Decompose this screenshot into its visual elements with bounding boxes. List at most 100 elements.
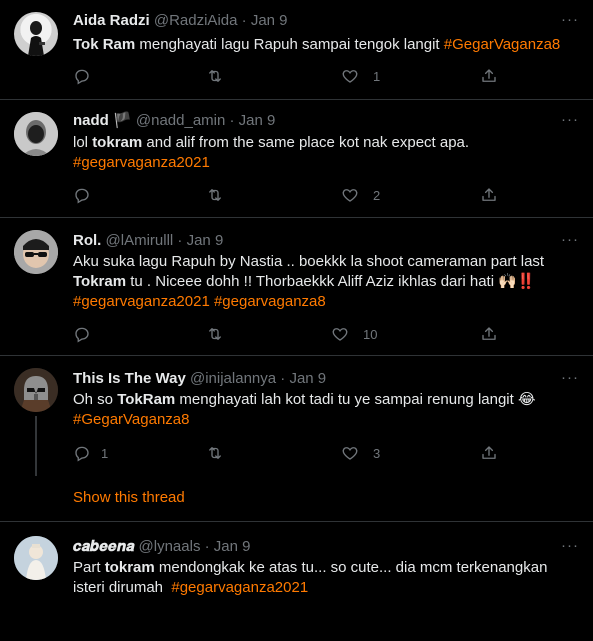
like-button[interactable]: 3 bbox=[341, 443, 380, 463]
retweet-button[interactable] bbox=[206, 66, 224, 86]
tweet[interactable]: Rol. @lAmirulll · Jan 9 ··· Aku suka lag… bbox=[0, 218, 593, 356]
avatar[interactable] bbox=[14, 368, 58, 412]
text-segment: isteri dirumah bbox=[73, 579, 172, 596]
tweet-date[interactable]: Jan 9 bbox=[289, 370, 326, 387]
tweet-text: Aku suka lagu Rapuh by Nastia .. boekkk … bbox=[73, 252, 573, 312]
flag-icon: 🏴 bbox=[113, 112, 132, 129]
tweet-date[interactable]: Jan 9 bbox=[214, 538, 251, 555]
tweet-line: #GegarVaganza8 bbox=[73, 410, 573, 430]
user-handle[interactable]: @inijalannya bbox=[190, 370, 276, 387]
tweet-line: #gegarvaganza2021 #gegarvaganza8 bbox=[73, 292, 573, 312]
tweet-line: Aku suka lagu Rapuh by Nastia .. boekkk … bbox=[73, 252, 573, 272]
tweet-date[interactable]: Jan 9 bbox=[239, 112, 276, 129]
display-name[interactable]: 𝒄𝒂𝒃𝒆𝒆𝒏𝒂 bbox=[73, 538, 134, 555]
hashtag-link[interactable]: #GegarVaganza8 bbox=[444, 36, 560, 53]
display-name[interactable]: Rol. bbox=[73, 232, 101, 249]
tweet-actions: 1 bbox=[73, 66, 513, 86]
like-button[interactable]: 10 bbox=[331, 324, 377, 344]
reply-button[interactable] bbox=[73, 324, 91, 344]
retweet-button[interactable] bbox=[206, 185, 224, 205]
separator: · bbox=[177, 232, 183, 249]
keyword-highlight: tokram bbox=[92, 134, 143, 151]
share-icon bbox=[480, 444, 498, 462]
like-button[interactable]: 1 bbox=[341, 66, 380, 86]
share-button[interactable] bbox=[480, 443, 498, 463]
share-icon bbox=[480, 186, 498, 204]
more-icon[interactable]: ··· bbox=[561, 110, 579, 130]
retweet-button[interactable] bbox=[206, 324, 224, 344]
like-count: 1 bbox=[373, 68, 381, 84]
hashtag-link[interactable]: #gegarvaganza8 bbox=[214, 293, 326, 310]
tweet-line: lol tokram and alif from the same place … bbox=[73, 133, 573, 153]
separator: · bbox=[229, 112, 235, 129]
text-segment: lol bbox=[73, 134, 93, 151]
retweet-icon bbox=[206, 444, 224, 462]
display-name[interactable]: This Is The Way bbox=[73, 370, 186, 387]
show-thread-link[interactable]: Show this thread bbox=[73, 489, 185, 506]
like-icon bbox=[341, 186, 359, 204]
like-button[interactable]: 2 bbox=[341, 185, 380, 205]
tweet-text: Oh so TokRam menghayati lah kot tadi tu … bbox=[73, 390, 573, 430]
tweet-line: #gegarvaganza2021 bbox=[73, 153, 573, 173]
hashtag-link[interactable]: #gegarvaganza2021 bbox=[73, 293, 210, 310]
retweet-button[interactable] bbox=[206, 443, 224, 463]
retweet-icon bbox=[206, 186, 224, 204]
reply-button[interactable] bbox=[73, 66, 91, 86]
tweet-text: lol tokram and alif from the same place … bbox=[73, 133, 573, 173]
tweet[interactable]: nadd 🏴 @nadd_amin · Jan 9 ··· lol tokram… bbox=[0, 100, 593, 218]
text-segment: menghayati lah kot tadi tu ye sampai ren… bbox=[175, 391, 536, 408]
tweet-text: Part tokram mendongkak ke atas tu... so … bbox=[73, 558, 573, 598]
share-button[interactable] bbox=[480, 66, 498, 86]
avatar[interactable] bbox=[14, 112, 58, 156]
reply-button[interactable]: 1 bbox=[73, 443, 108, 463]
more-icon[interactable]: ··· bbox=[561, 368, 579, 388]
tweet-date[interactable]: Jan 9 bbox=[251, 12, 288, 29]
keyword-highlight: TokRam bbox=[117, 391, 176, 408]
separator: · bbox=[204, 538, 210, 555]
user-handle[interactable]: @lAmirulll bbox=[106, 232, 174, 249]
reply-icon bbox=[73, 186, 91, 204]
reply-icon bbox=[73, 444, 91, 462]
more-icon[interactable]: ··· bbox=[561, 10, 579, 30]
share-icon bbox=[480, 325, 498, 343]
tweet[interactable]: This Is The Way @inijalannya · Jan 9 ···… bbox=[0, 356, 593, 522]
tweet-line: isteri dirumah #gegarvaganza2021 bbox=[73, 578, 573, 598]
reply-count: 1 bbox=[101, 445, 109, 461]
tweet[interactable]: 𝒄𝒂𝒃𝒆𝒆𝒏𝒂 @lynaals · Jan 9 ··· Part tokram… bbox=[0, 522, 593, 641]
hashtag-link[interactable]: #GegarVaganza8 bbox=[73, 411, 189, 428]
tweet-date[interactable]: Jan 9 bbox=[187, 232, 224, 249]
hashtag-link[interactable]: #gegarvaganza2021 bbox=[73, 154, 210, 171]
text-segment: tu . Niceee dohh !! Thorbaekkk Aliff Azi… bbox=[126, 273, 536, 290]
user-handle[interactable]: @nadd_amin bbox=[136, 112, 225, 129]
avatar[interactable] bbox=[14, 12, 58, 56]
retweet-icon bbox=[206, 67, 224, 85]
text-segment: and alif from the same place kot nak exp… bbox=[142, 134, 470, 151]
display-name[interactable]: Aida Radzi bbox=[73, 12, 150, 29]
user-handle[interactable]: @lynaals bbox=[139, 538, 201, 555]
more-icon[interactable]: ··· bbox=[561, 536, 579, 556]
thread-connector bbox=[35, 416, 37, 476]
like-icon bbox=[331, 325, 349, 343]
tweet-actions: 10 bbox=[73, 324, 513, 344]
avatar[interactable] bbox=[14, 536, 58, 580]
avatar[interactable] bbox=[14, 230, 58, 274]
like-count: 3 bbox=[373, 445, 381, 461]
keyword-highlight: tokram bbox=[104, 559, 155, 576]
share-button[interactable] bbox=[480, 185, 498, 205]
display-name[interactable]: nadd bbox=[73, 112, 109, 129]
share-button[interactable] bbox=[480, 324, 498, 344]
reply-button[interactable] bbox=[73, 185, 91, 205]
like-count: 2 bbox=[373, 187, 381, 203]
tweet-line: Tok Ram menghayati lagu Rapuh sampai ten… bbox=[73, 35, 573, 55]
hashtag-link[interactable]: #gegarvaganza2021 bbox=[171, 579, 308, 596]
tweet-text: Tok Ram menghayati lagu Rapuh sampai ten… bbox=[73, 35, 573, 55]
reply-icon bbox=[73, 67, 91, 85]
more-icon[interactable]: ··· bbox=[561, 230, 579, 250]
text-segment: Part bbox=[73, 559, 105, 576]
text-segment: menghayati lagu Rapuh sampai tengok lang… bbox=[135, 36, 444, 53]
like-count: 10 bbox=[363, 326, 378, 342]
tweet[interactable]: Aida Radzi @RadziAida · Jan 9 ··· Tok Ra… bbox=[0, 0, 593, 100]
like-icon bbox=[341, 67, 359, 85]
user-handle[interactable]: @RadziAida bbox=[154, 12, 238, 29]
separator: · bbox=[280, 370, 286, 387]
